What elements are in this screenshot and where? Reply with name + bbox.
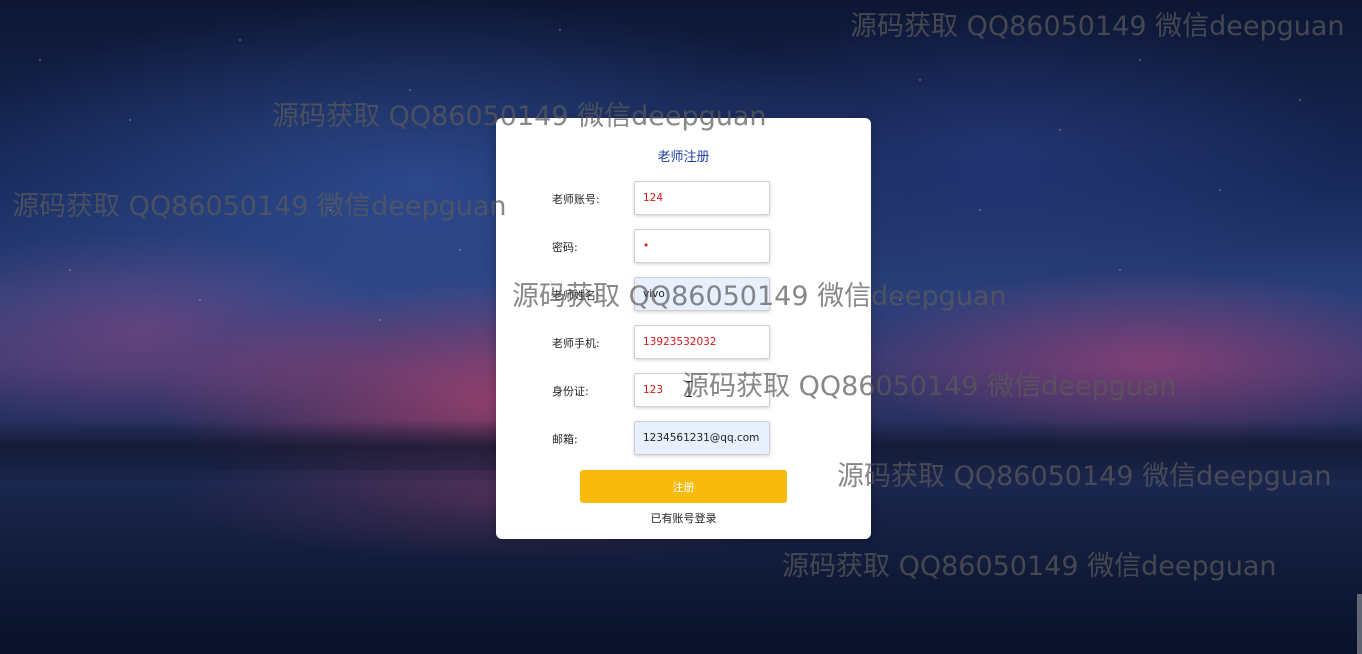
form-row-password: 密码:	[496, 229, 871, 263]
login-link[interactable]: 已有账号登录	[496, 510, 871, 526]
form-row-phone: 老师手机:	[496, 325, 871, 359]
form-row-account: 老师账号:	[496, 181, 871, 215]
scrollbar[interactable]	[1357, 594, 1362, 654]
password-label: 密码:	[552, 241, 578, 254]
page-title: 老师注册	[657, 150, 710, 165]
form-row-idcard: 身份证:	[496, 373, 871, 407]
email-input[interactable]	[634, 421, 770, 455]
register-card: 老师注册 老师账号: 密码: 老师姓名: 老师手机: 身份证: 邮箱: 注册 已…	[496, 118, 871, 539]
page-background: 老师注册 老师账号: 密码: 老师姓名: 老师手机: 身份证: 邮箱: 注册 已…	[0, 0, 1362, 654]
register-button[interactable]: 注册	[580, 470, 787, 503]
phone-label: 老师手机:	[552, 337, 600, 350]
account-label: 老师账号:	[552, 193, 600, 206]
account-input[interactable]	[634, 181, 770, 215]
idcard-input[interactable]	[634, 373, 770, 407]
email-label: 邮箱:	[552, 433, 578, 446]
text-cursor-icon	[686, 381, 692, 397]
phone-input[interactable]	[634, 325, 770, 359]
form-row-email: 邮箱:	[496, 421, 871, 455]
form-row-name: 老师姓名:	[496, 277, 871, 311]
name-label: 老师姓名:	[552, 289, 600, 302]
password-input[interactable]	[634, 229, 770, 263]
idcard-label: 身份证:	[552, 385, 589, 398]
name-input[interactable]	[634, 277, 770, 311]
